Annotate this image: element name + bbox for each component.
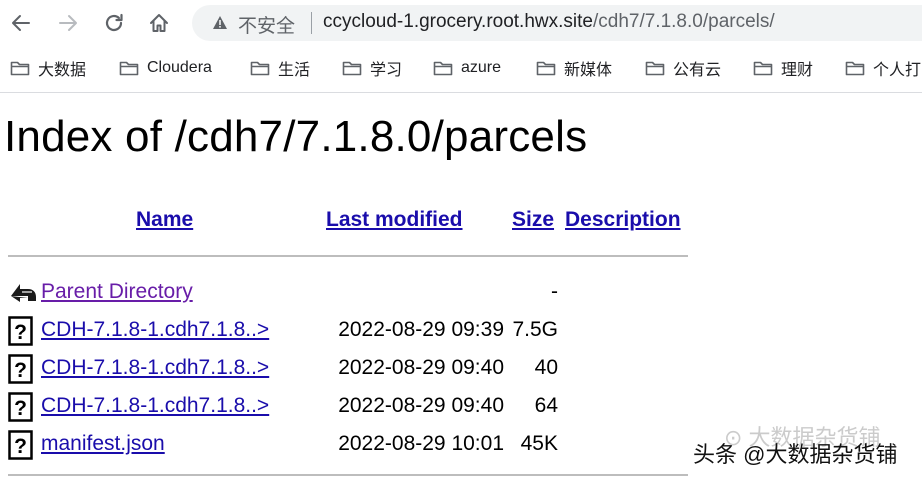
bookmark-folder[interactable]: azure [433,56,501,80]
last-modified-date: 2022-08-29 09:40 [338,394,504,417]
table-top-rule [8,255,688,257]
file-link[interactable]: CDH-7.1.8-1.cdh7.1.8..> [41,356,269,380]
arrow-left-icon [12,15,30,31]
last-modified-date: 2022-08-29 09:39 [338,318,504,341]
page-title: Index of /cdh7/7.1.8.0/parcels [4,112,588,161]
table-row: Parent Directory - [0,274,700,310]
table-row: ? manifest.json 2022-08-29 10:01 45K [0,426,700,462]
url-text[interactable]: ccycloud-1.grocery.root.hwx.site/cdh7/7.… [323,11,775,33]
folder-icon [250,61,270,76]
svg-text:?: ? [14,359,27,382]
file-size: - [551,280,558,303]
folder-icon [536,61,556,76]
bookmark-folder[interactable]: 个人打 [845,56,921,80]
watermark: 头条 @大数据杂货铺 [693,442,898,467]
bookmark-folder[interactable]: 生活 [250,56,310,80]
warning-icon[interactable] [212,15,228,30]
back-button[interactable] [6,8,36,38]
bookmark-folder[interactable]: 学习 [342,56,402,80]
file-size: 7.5G [512,318,558,341]
bookmark-label: 学习 [370,62,403,79]
unknown-file-icon: ? [8,354,33,384]
folder-icon [433,61,453,76]
bookmark-label: 新媒体 [564,62,613,79]
bookmark-label: azure [461,59,502,76]
file-link[interactable]: manifest.json [41,432,165,456]
svg-text:?: ? [14,435,27,458]
bookmark-label: 公有云 [673,62,722,79]
bookmarks-bar: 大数据 Cloudera 生活 学习 azure 新媒体 公有云 理财 个人打 [0,50,922,86]
file-size: 64 [534,394,558,417]
reload-icon [105,13,123,32]
folder-icon [119,61,139,76]
sort-by-name-link[interactable]: Name [136,208,193,232]
bookmark-label: 理财 [781,62,814,79]
file-link[interactable]: CDH-7.1.8-1.cdh7.1.8..> [41,318,269,342]
forward-button[interactable] [53,8,83,38]
security-status[interactable]: 不安全 [238,11,295,38]
address-bar[interactable]: 不安全 ccycloud-1.grocery.root.hwx.site/cdh… [192,5,922,41]
bookmark-label: Cloudera [147,59,212,76]
unknown-file-icon: ? [8,430,33,460]
sort-by-last-modified-link[interactable]: Last modified [326,208,463,232]
url-path: /cdh7/7.1.8.0/parcels/ [592,11,775,32]
bookmark-folder[interactable]: 公有云 [645,56,721,80]
bookmark-folder[interactable]: 大数据 [10,56,86,80]
table-row: ? CDH-7.1.8-1.cdh7.1.8..> 2022-08-29 09:… [0,312,700,348]
arrow-right-icon [59,15,77,31]
folder-icon [845,61,865,76]
bookmark-label: 个人打 [873,62,922,79]
file-size: 45K [520,432,558,455]
sort-by-description-link[interactable]: Description [565,208,681,232]
svg-text:?: ? [14,321,27,344]
unknown-file-icon: ? [8,316,33,346]
reload-button[interactable] [99,8,129,38]
table-row: ? CDH-7.1.8-1.cdh7.1.8..> 2022-08-29 09:… [0,388,700,424]
file-link[interactable]: CDH-7.1.8-1.cdh7.1.8..> [41,394,269,418]
sort-by-size-link[interactable]: Size [512,208,554,232]
back-folder-icon [11,284,36,302]
last-modified-date: 2022-08-29 09:40 [338,356,504,379]
url-host: ccycloud-1.grocery.root.hwx.site [323,11,593,32]
bookmark-label: 大数据 [38,62,87,79]
bookmark-folder[interactable]: Cloudera [119,56,212,80]
bookmark-folder[interactable]: 理财 [753,56,813,80]
home-button[interactable] [144,8,174,38]
file-size: 40 [534,356,558,379]
unknown-file-icon: ? [8,392,33,422]
address-separator [311,12,312,34]
parent-directory-link[interactable]: Parent Directory [41,280,193,304]
folder-icon [753,61,773,76]
folder-icon [10,61,30,76]
bookmark-label: 生活 [278,62,311,79]
bookmark-folder[interactable]: 新媒体 [536,56,612,80]
toolbar-divider [0,92,922,93]
last-modified-date: 2022-08-29 10:01 [338,432,504,455]
browser-toolbar: 不安全 ccycloud-1.grocery.root.hwx.site/cdh… [0,0,922,48]
folder-icon [342,61,362,76]
table-bottom-rule [8,474,688,476]
svg-text:?: ? [14,397,27,420]
table-row: ? CDH-7.1.8-1.cdh7.1.8..> 2022-08-29 09:… [0,350,700,386]
folder-icon [645,61,665,76]
home-icon [150,14,168,32]
